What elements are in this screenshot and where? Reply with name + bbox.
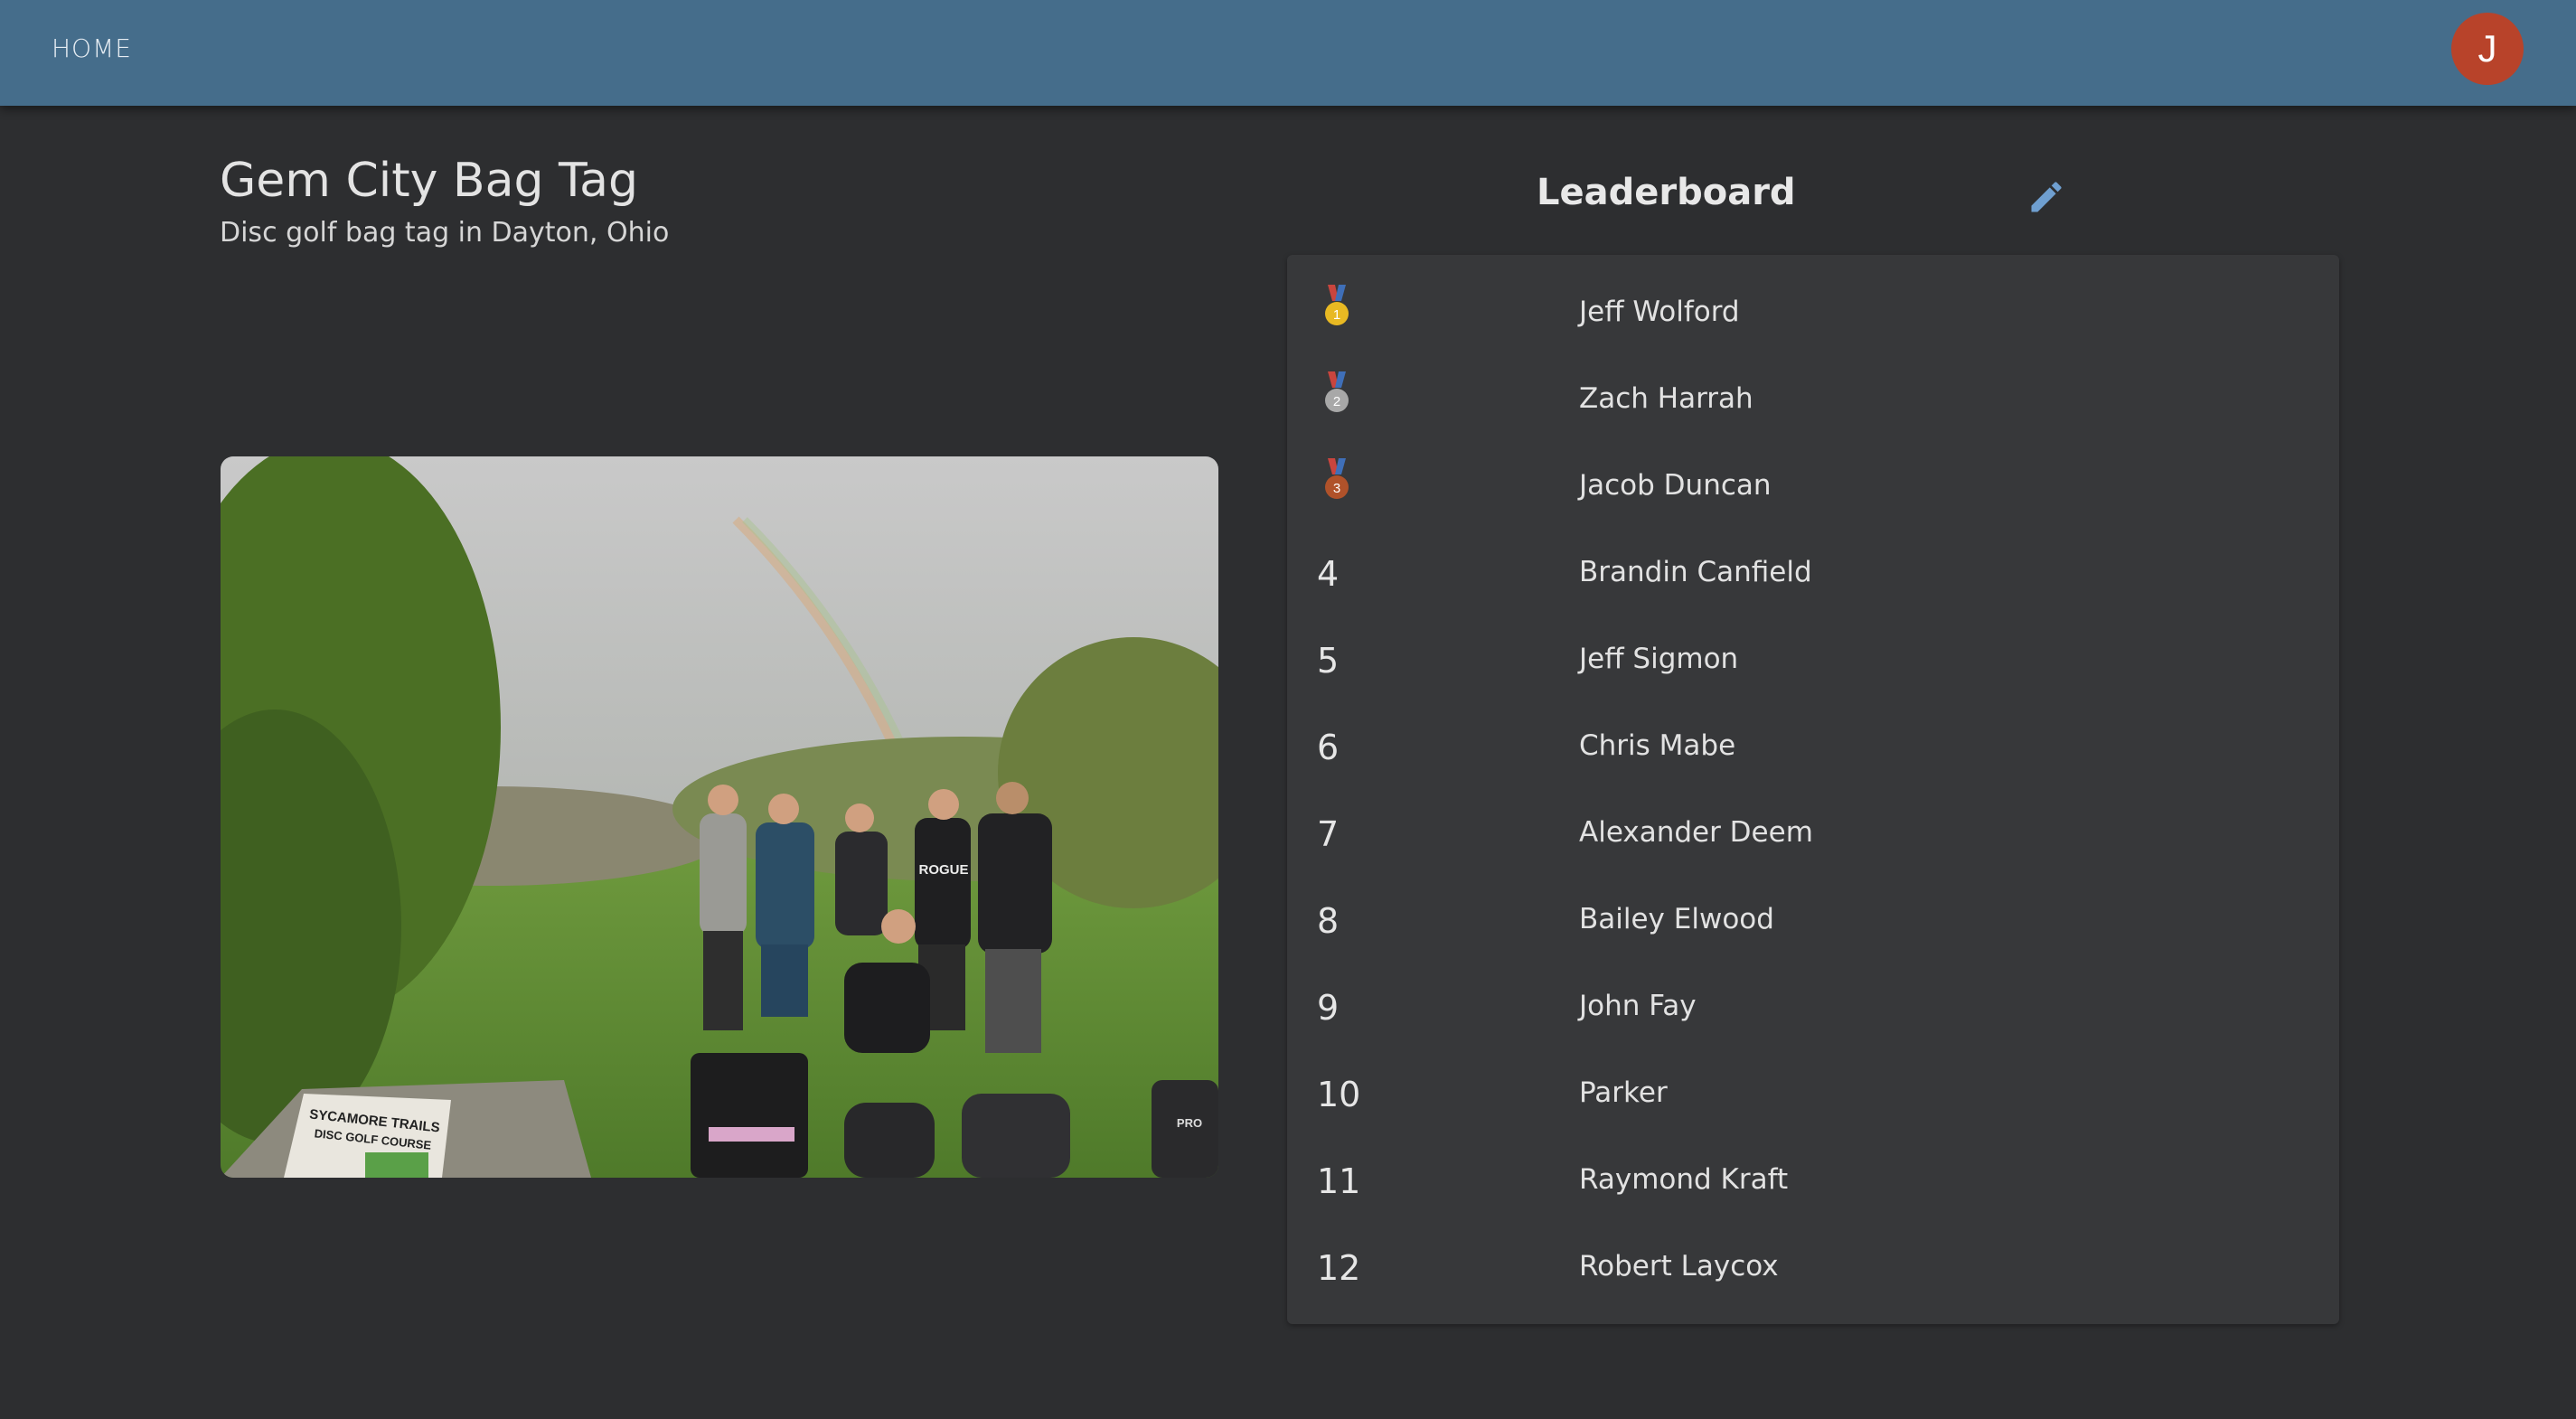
user-avatar[interactable]: J — [2451, 13, 2524, 85]
rank-number: 12 — [1317, 1248, 1361, 1288]
player-name: Alexander Deem — [1579, 816, 1813, 849]
player-name: Jeff Sigmon — [1579, 643, 1739, 675]
leaderboard-row[interactable]: 4 Brandin Canfield — [1287, 531, 2339, 617]
page-title: Gem City Bag Tag — [220, 154, 639, 208]
player-name: Parker — [1579, 1076, 1668, 1109]
player-name: Jacob Duncan — [1579, 469, 1772, 502]
player-name: Chris Mabe — [1579, 729, 1736, 762]
rank-number: 5 — [1317, 641, 1340, 681]
leaderboard-row[interactable]: 6 Chris Mabe — [1287, 704, 2339, 791]
leaderboard-row[interactable]: 11 Raymond Kraft — [1287, 1138, 2339, 1225]
medal-rank: 1 — [1333, 307, 1340, 323]
player-name: Zach Harrah — [1579, 382, 1753, 415]
rank-number: 7 — [1317, 814, 1340, 854]
player-name: Raymond Kraft — [1579, 1163, 1789, 1196]
player-name: Robert Laycox — [1579, 1250, 1779, 1283]
leaderboard-title: Leaderboard — [1537, 172, 1796, 213]
leaderboard-row[interactable]: 7 Alexander Deem — [1287, 791, 2339, 878]
leaderboard-row[interactable]: 12 Robert Laycox — [1287, 1225, 2339, 1311]
leaderboard-row[interactable]: 3 Jacob Duncan — [1287, 444, 2339, 531]
rank-number: 8 — [1317, 901, 1340, 941]
medal-rank: 2 — [1333, 394, 1340, 409]
player-name: Bailey Elwood — [1579, 903, 1774, 935]
shirt-text: ROGUE — [918, 862, 968, 878]
bag-text: PRO — [1177, 1116, 1202, 1130]
group-photo: SYCAMORE TRAILS DISC GOLF COURSE ROGUE P… — [221, 456, 1218, 1178]
page-subtitle: Disc golf bag tag in Dayton, Ohio — [220, 217, 670, 249]
player-name: Brandin Canfield — [1579, 556, 1812, 588]
leaderboard-row[interactable]: 2 Zach Harrah — [1287, 357, 2339, 444]
app-bar: HOME J — [0, 0, 2576, 106]
gold-medal-icon: 1 — [1325, 285, 1349, 325]
rank-number: 6 — [1317, 728, 1340, 767]
leaderboard-row[interactable]: 9 John Fay — [1287, 964, 2339, 1051]
home-link[interactable]: HOME — [52, 33, 132, 63]
rank-number: 11 — [1317, 1161, 1361, 1201]
player-name: John Fay — [1579, 990, 1697, 1022]
player-name: Jeff Wolford — [1579, 296, 1740, 328]
bronze-medal-icon: 3 — [1325, 458, 1349, 499]
rank-number: 10 — [1317, 1075, 1361, 1114]
leaderboard-list: 1 Jeff Wolford 2 Zach Harrah 3 Jacob Duncan 4 B… — [1287, 255, 2339, 1324]
leaderboard-row[interactable]: 1 Jeff Wolford — [1287, 270, 2339, 357]
silver-medal-icon: 2 — [1325, 371, 1349, 412]
leaderboard-row[interactable]: 8 Bailey Elwood — [1287, 878, 2339, 964]
pencil-icon[interactable] — [2026, 177, 2066, 217]
leaderboard-row[interactable]: 5 Jeff Sigmon — [1287, 617, 2339, 704]
rank-number: 4 — [1317, 554, 1340, 594]
leaderboard-row[interactable]: 10 Parker — [1287, 1051, 2339, 1138]
medal-rank: 3 — [1333, 481, 1340, 496]
rank-number: 9 — [1317, 988, 1340, 1028]
